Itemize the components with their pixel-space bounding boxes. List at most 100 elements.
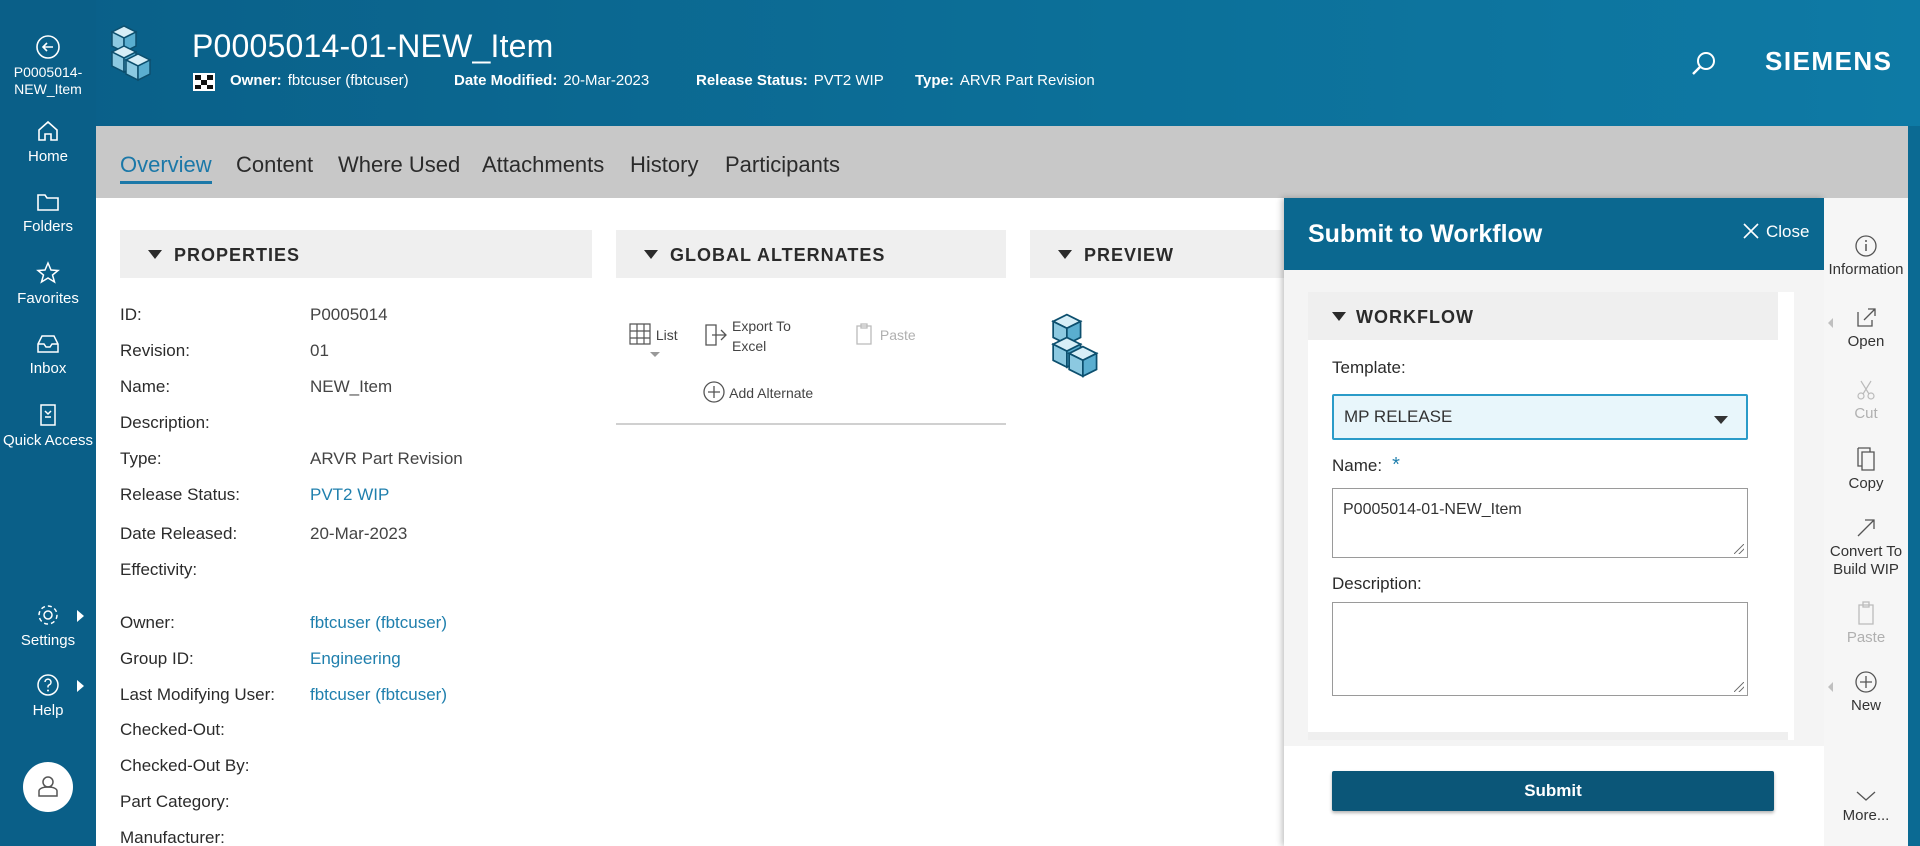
back-button[interactable]: P0005014-NEW_Item (0, 34, 96, 98)
prop-label-owner: Owner: (120, 613, 175, 632)
nav-quick-access[interactable]: Quick Access (0, 402, 96, 450)
tab-overview[interactable]: Overview (120, 152, 212, 184)
template-select[interactable]: MP RELEASE (1332, 394, 1748, 440)
nav-help[interactable]: Help (0, 672, 96, 720)
checkered-flag-icon (193, 73, 215, 91)
quick-access-icon (40, 404, 56, 426)
tab-where-used[interactable]: Where Used (338, 152, 460, 178)
workflow-name-value: P0005014-01-NEW_Item (1343, 501, 1522, 518)
close-button[interactable]: Close (1742, 222, 1809, 242)
header-owner: Owner: fbtcuser (fbtcuser) (230, 72, 409, 89)
prop-label-revision: Revision: (120, 341, 190, 360)
properties-section-header[interactable]: PROPERTIES (120, 230, 592, 278)
cmd-open[interactable]: Open (1824, 306, 1908, 351)
name-label-text: Name: (1332, 456, 1383, 475)
name-label: Name: * (1332, 454, 1400, 477)
page-title: P0005014-01-NEW_Item (192, 28, 554, 64)
nav-settings[interactable]: Settings (0, 602, 96, 650)
prop-value-type: ARVR Part Revision (310, 449, 463, 468)
nav-help-label: Help (32, 702, 64, 719)
nav-quick-access-label: Quick Access (2, 432, 94, 449)
command-rail: Information Open Cut Copy Convert To Bui… (1824, 198, 1908, 846)
description-label: Description: (1332, 574, 1422, 593)
nav-favorites[interactable]: Favorites (0, 260, 96, 308)
workflow-name-field[interactable]: P0005014-01-NEW_Item (1332, 488, 1748, 558)
settings-expand-icon (77, 610, 84, 622)
tab-history[interactable]: History (630, 152, 698, 178)
prop-label-checked-out: Checked-Out: (120, 720, 225, 739)
prop-label-release-status: Release Status: (120, 485, 241, 504)
list-label: List (655, 327, 678, 343)
cmd-open-label: Open (1847, 333, 1885, 350)
convert-icon (1857, 519, 1875, 537)
prop-value-date-released: 20-Mar-2023 (310, 524, 408, 543)
properties-title: PROPERTIES (174, 245, 301, 265)
cmd-information[interactable]: Information (1824, 234, 1908, 279)
add-alternate-label: Add Alternate (729, 385, 814, 401)
nav-folders[interactable]: Folders (0, 190, 96, 236)
header-modified-label: Date Modified: (454, 72, 558, 89)
collapse-triangle-icon (1058, 250, 1072, 259)
chevron-down-icon (650, 352, 660, 357)
tab-content[interactable]: Content (236, 152, 313, 178)
workflow-description-field[interactable] (1332, 602, 1748, 696)
nav-inbox-label: Inbox (29, 360, 67, 377)
prop-value-group-id[interactable]: Engineering (310, 649, 401, 669)
search-icon[interactable] (1690, 50, 1718, 78)
item-revision-icon (110, 25, 152, 82)
cmd-paste[interactable]: Paste (1824, 600, 1908, 647)
paste-icon (1858, 601, 1874, 625)
siemens-logo: SIEMENS (1765, 46, 1893, 76)
cmd-cut[interactable]: Cut (1824, 378, 1908, 423)
preview-section-header[interactable]: PREVIEW (1030, 230, 1284, 278)
prop-value-name: NEW_Item (310, 377, 393, 396)
tab-bar: Overview Content Where Used Attachments … (96, 126, 1908, 198)
cmd-more[interactable]: More... (1824, 788, 1908, 825)
header-owner-value: fbtcuser (fbtcuser) (287, 72, 409, 89)
paste-button[interactable]: Paste (852, 322, 916, 346)
left-navigation-rail: P0005014-NEW_Item Home Folders Favorites… (0, 0, 96, 846)
prop-value-last-modifying-user[interactable]: fbtcuser (fbtcuser) (310, 685, 447, 705)
add-alternate-button[interactable]: Add Alternate (702, 380, 813, 404)
nav-inbox[interactable]: Inbox (0, 332, 96, 378)
cmd-copy[interactable]: Copy (1824, 446, 1908, 493)
prop-value-revision: 01 (310, 341, 329, 360)
list-view-button[interactable]: List (628, 322, 678, 357)
workflow-section-header[interactable]: WORKFLOW (1308, 292, 1778, 340)
workflow-section-title: WORKFLOW (1356, 307, 1474, 327)
header-type: Type: ARVR Part Revision (915, 72, 1095, 89)
cmd-new[interactable]: New (1824, 670, 1908, 715)
prop-label-last-modifying-user: Last Modifying User: (120, 685, 275, 704)
close-label: Close (1766, 222, 1810, 241)
cut-icon (1857, 380, 1875, 400)
star-icon (36, 261, 60, 284)
cmd-more-label: More... (1842, 807, 1890, 824)
prop-label-date-released: Date Released: (120, 524, 238, 543)
section-divider (1308, 732, 1788, 740)
submit-button[interactable]: Submit (1332, 771, 1774, 811)
collapse-triangle-icon (1332, 312, 1346, 321)
user-avatar[interactable] (23, 762, 73, 812)
table-grid-icon (629, 323, 651, 345)
cmd-information-label: Information (1828, 261, 1904, 278)
tab-participants[interactable]: Participants (725, 152, 840, 178)
nav-home-label: Home (27, 148, 68, 165)
header-type-value: ARVR Part Revision (959, 72, 1095, 89)
open-icon (1857, 308, 1876, 327)
submit-to-workflow-panel: Submit to Workflow Close WORKFLOW Templa… (1284, 198, 1824, 846)
new-icon (1855, 671, 1877, 693)
collapse-triangle-icon (148, 250, 162, 259)
header-owner-label: Owner: (230, 72, 282, 89)
prop-value-id: P0005014 (310, 305, 388, 324)
tab-attachments[interactable]: Attachments (482, 152, 604, 178)
prop-value-release-status[interactable]: PVT2 WIP (310, 485, 389, 505)
prop-value-owner[interactable]: fbtcuser (fbtcuser) (310, 613, 447, 633)
cmd-convert-to-build-wip[interactable]: Convert To Build WIP (1824, 516, 1908, 579)
export-label: Export To Excel (732, 318, 791, 354)
resize-grip-icon[interactable] (1734, 682, 1744, 692)
paste-icon (856, 323, 872, 345)
resize-grip-icon[interactable] (1734, 544, 1744, 554)
cmd-copy-label: Copy (1848, 475, 1884, 492)
nav-home[interactable]: Home (0, 118, 96, 166)
help-icon (37, 674, 59, 696)
